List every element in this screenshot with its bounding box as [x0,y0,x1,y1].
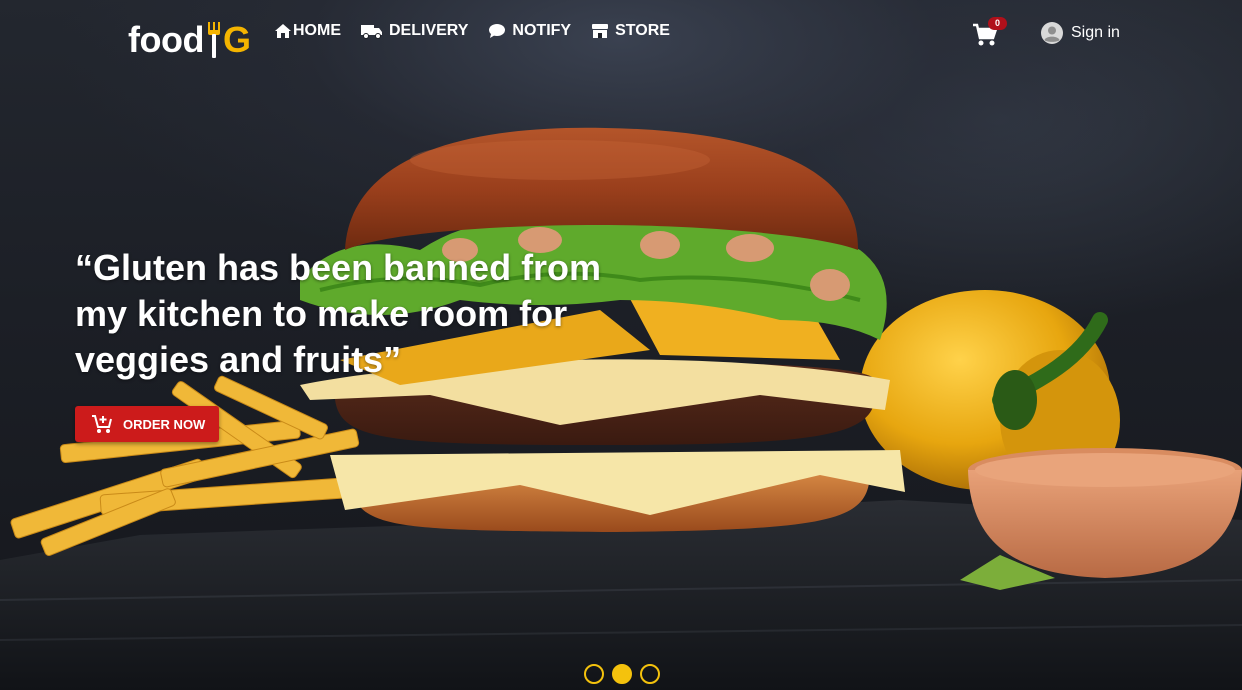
add-to-cart-icon [92,415,112,433]
home-icon [275,24,291,38]
headline-line-1: “Gluten has been banned from [75,247,602,288]
nav-notify[interactable]: NOTIFY [488,22,571,40]
cart-count-badge: 0 [988,17,1007,30]
navbar: food G HOME DELIVERY NOTIFY STORE 0 Sign… [0,0,1242,70]
carousel-dot-1[interactable] [584,664,604,684]
signin-link[interactable]: Sign in [1041,22,1120,44]
headline-line-3: veggies and fruits” [75,339,402,380]
nav-menu: HOME DELIVERY NOTIFY STORE [274,22,690,40]
headline-line-2: my kitchen to make room for [75,293,568,334]
nav-notify-label: NOTIFY [512,22,572,39]
carousel-dot-2[interactable] [612,664,632,684]
nav-home-label: HOME [293,22,341,39]
chat-bubble-icon [489,24,506,38]
order-now-button[interactable]: ORDER NOW [75,406,219,442]
cart-button[interactable]: 0 [972,17,1008,48]
user-avatar-icon [1041,22,1063,44]
carousel-indicators [584,664,668,684]
carousel-dot-3[interactable] [640,664,660,684]
hero-headline: “Gluten has been banned from my kitchen … [75,245,655,383]
brand-logo[interactable]: food G [128,16,251,60]
truck-icon [361,25,382,39]
store-icon [592,24,609,38]
nav-home[interactable]: HOME [274,22,341,40]
logo-accent: G [222,19,251,60]
nav-delivery[interactable]: DELIVERY [361,22,468,40]
fork-icon [207,20,221,60]
nav-delivery-label: DELIVERY [389,22,469,39]
nav-store-label: STORE [615,22,670,39]
logo-text: food [128,19,204,60]
order-now-label: ORDER NOW [123,416,206,432]
nav-store[interactable]: STORE [591,22,670,40]
signin-label: Sign in [1071,24,1120,41]
